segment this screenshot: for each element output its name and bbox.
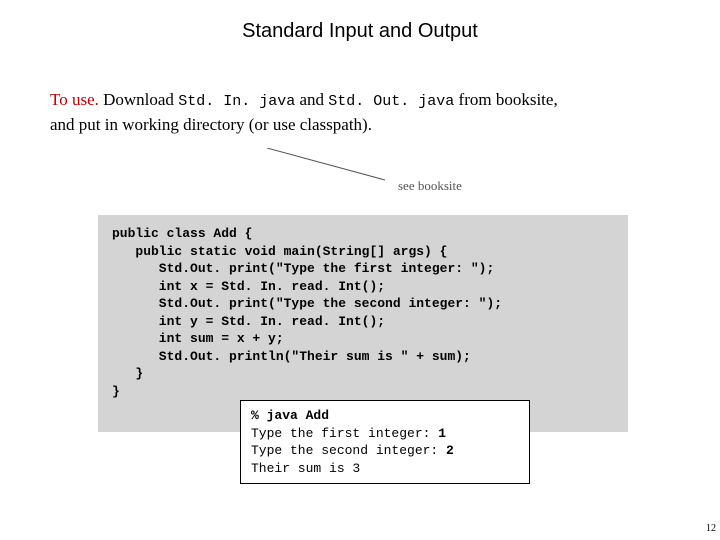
- desc-mid1: and: [295, 90, 328, 109]
- desc-line2: and put in working directory (or use cla…: [50, 115, 372, 134]
- output-line1-input: 1: [438, 426, 446, 441]
- output-line2-input: 2: [446, 443, 454, 458]
- output-block: % java Add Type the first integer: 1 Typ…: [240, 400, 530, 484]
- annotation-arrow: [267, 148, 387, 182]
- page-number: 12: [706, 523, 716, 534]
- slide-title: Standard Input and Output: [0, 20, 720, 43]
- usage-description: To use. Download Std. In. java and Std. …: [50, 88, 650, 137]
- output-command: % java Add: [251, 408, 329, 423]
- filename-stdout: Std. Out. java: [328, 93, 454, 110]
- annotation-text: see booksite: [398, 178, 462, 194]
- output-line1-prompt: Type the first integer:: [251, 426, 438, 441]
- slide: Standard Input and Output To use. Downlo…: [0, 0, 720, 540]
- desc-label: To use.: [50, 90, 99, 109]
- desc-pre: Download: [99, 90, 178, 109]
- output-line2-prompt: Type the second integer:: [251, 443, 446, 458]
- output-line3: Their sum is 3: [251, 461, 360, 476]
- filename-stdin: Std. In. java: [178, 93, 295, 110]
- desc-post1: from booksite,: [454, 90, 557, 109]
